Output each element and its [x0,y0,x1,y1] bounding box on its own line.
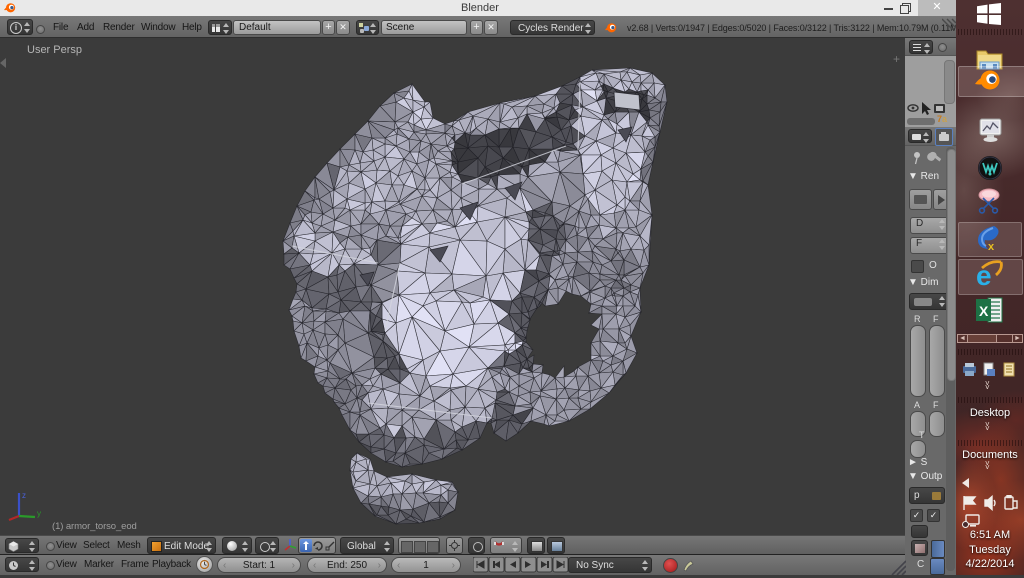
svg-text:X: X [979,303,989,319]
svg-text:x: x [988,241,995,252]
